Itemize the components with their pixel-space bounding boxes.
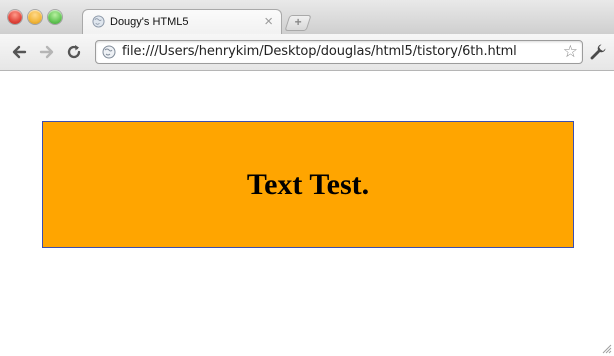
tab-close-icon[interactable]: × (264, 13, 273, 31)
reload-button[interactable] (64, 42, 84, 62)
wrench-icon (590, 44, 606, 60)
page-heading: Text Test. (246, 167, 370, 201)
settings-button[interactable] (589, 43, 607, 61)
page-content: Text Test. (0, 71, 614, 356)
back-button[interactable] (9, 42, 29, 62)
reload-icon (67, 45, 81, 59)
plus-icon: + (294, 15, 302, 29)
tab-dougys-html5[interactable]: Dougy's HTML5 × (82, 9, 282, 35)
tab-title: Dougy's HTML5 (110, 16, 189, 28)
forward-arrow-icon (39, 45, 54, 59)
text-test-box: Text Test. (42, 121, 574, 248)
tab-strip: Dougy's HTML5 × + (0, 0, 614, 35)
close-window-button[interactable] (8, 10, 22, 24)
browser-toolbar: file:///Users/henrykim/Desktop/douglas/h… (0, 34, 614, 71)
forward-button[interactable] (37, 42, 57, 62)
browser-window: Dougy's HTML5 × + file:///Users/henrykim… (0, 0, 614, 356)
zoom-window-button[interactable] (48, 10, 62, 24)
resize-grip-icon[interactable] (601, 343, 612, 354)
globe-icon (102, 45, 116, 59)
globe-icon (92, 15, 105, 28)
address-bar[interactable]: file:///Users/henrykim/Desktop/douglas/h… (95, 40, 583, 64)
url-text[interactable]: file:///Users/henrykim/Desktop/douglas/h… (122, 44, 517, 59)
minimize-window-button[interactable] (28, 10, 42, 24)
back-arrow-icon (12, 45, 27, 59)
new-tab-button[interactable]: + (284, 15, 312, 31)
star-icon[interactable]: ☆ (563, 42, 578, 62)
